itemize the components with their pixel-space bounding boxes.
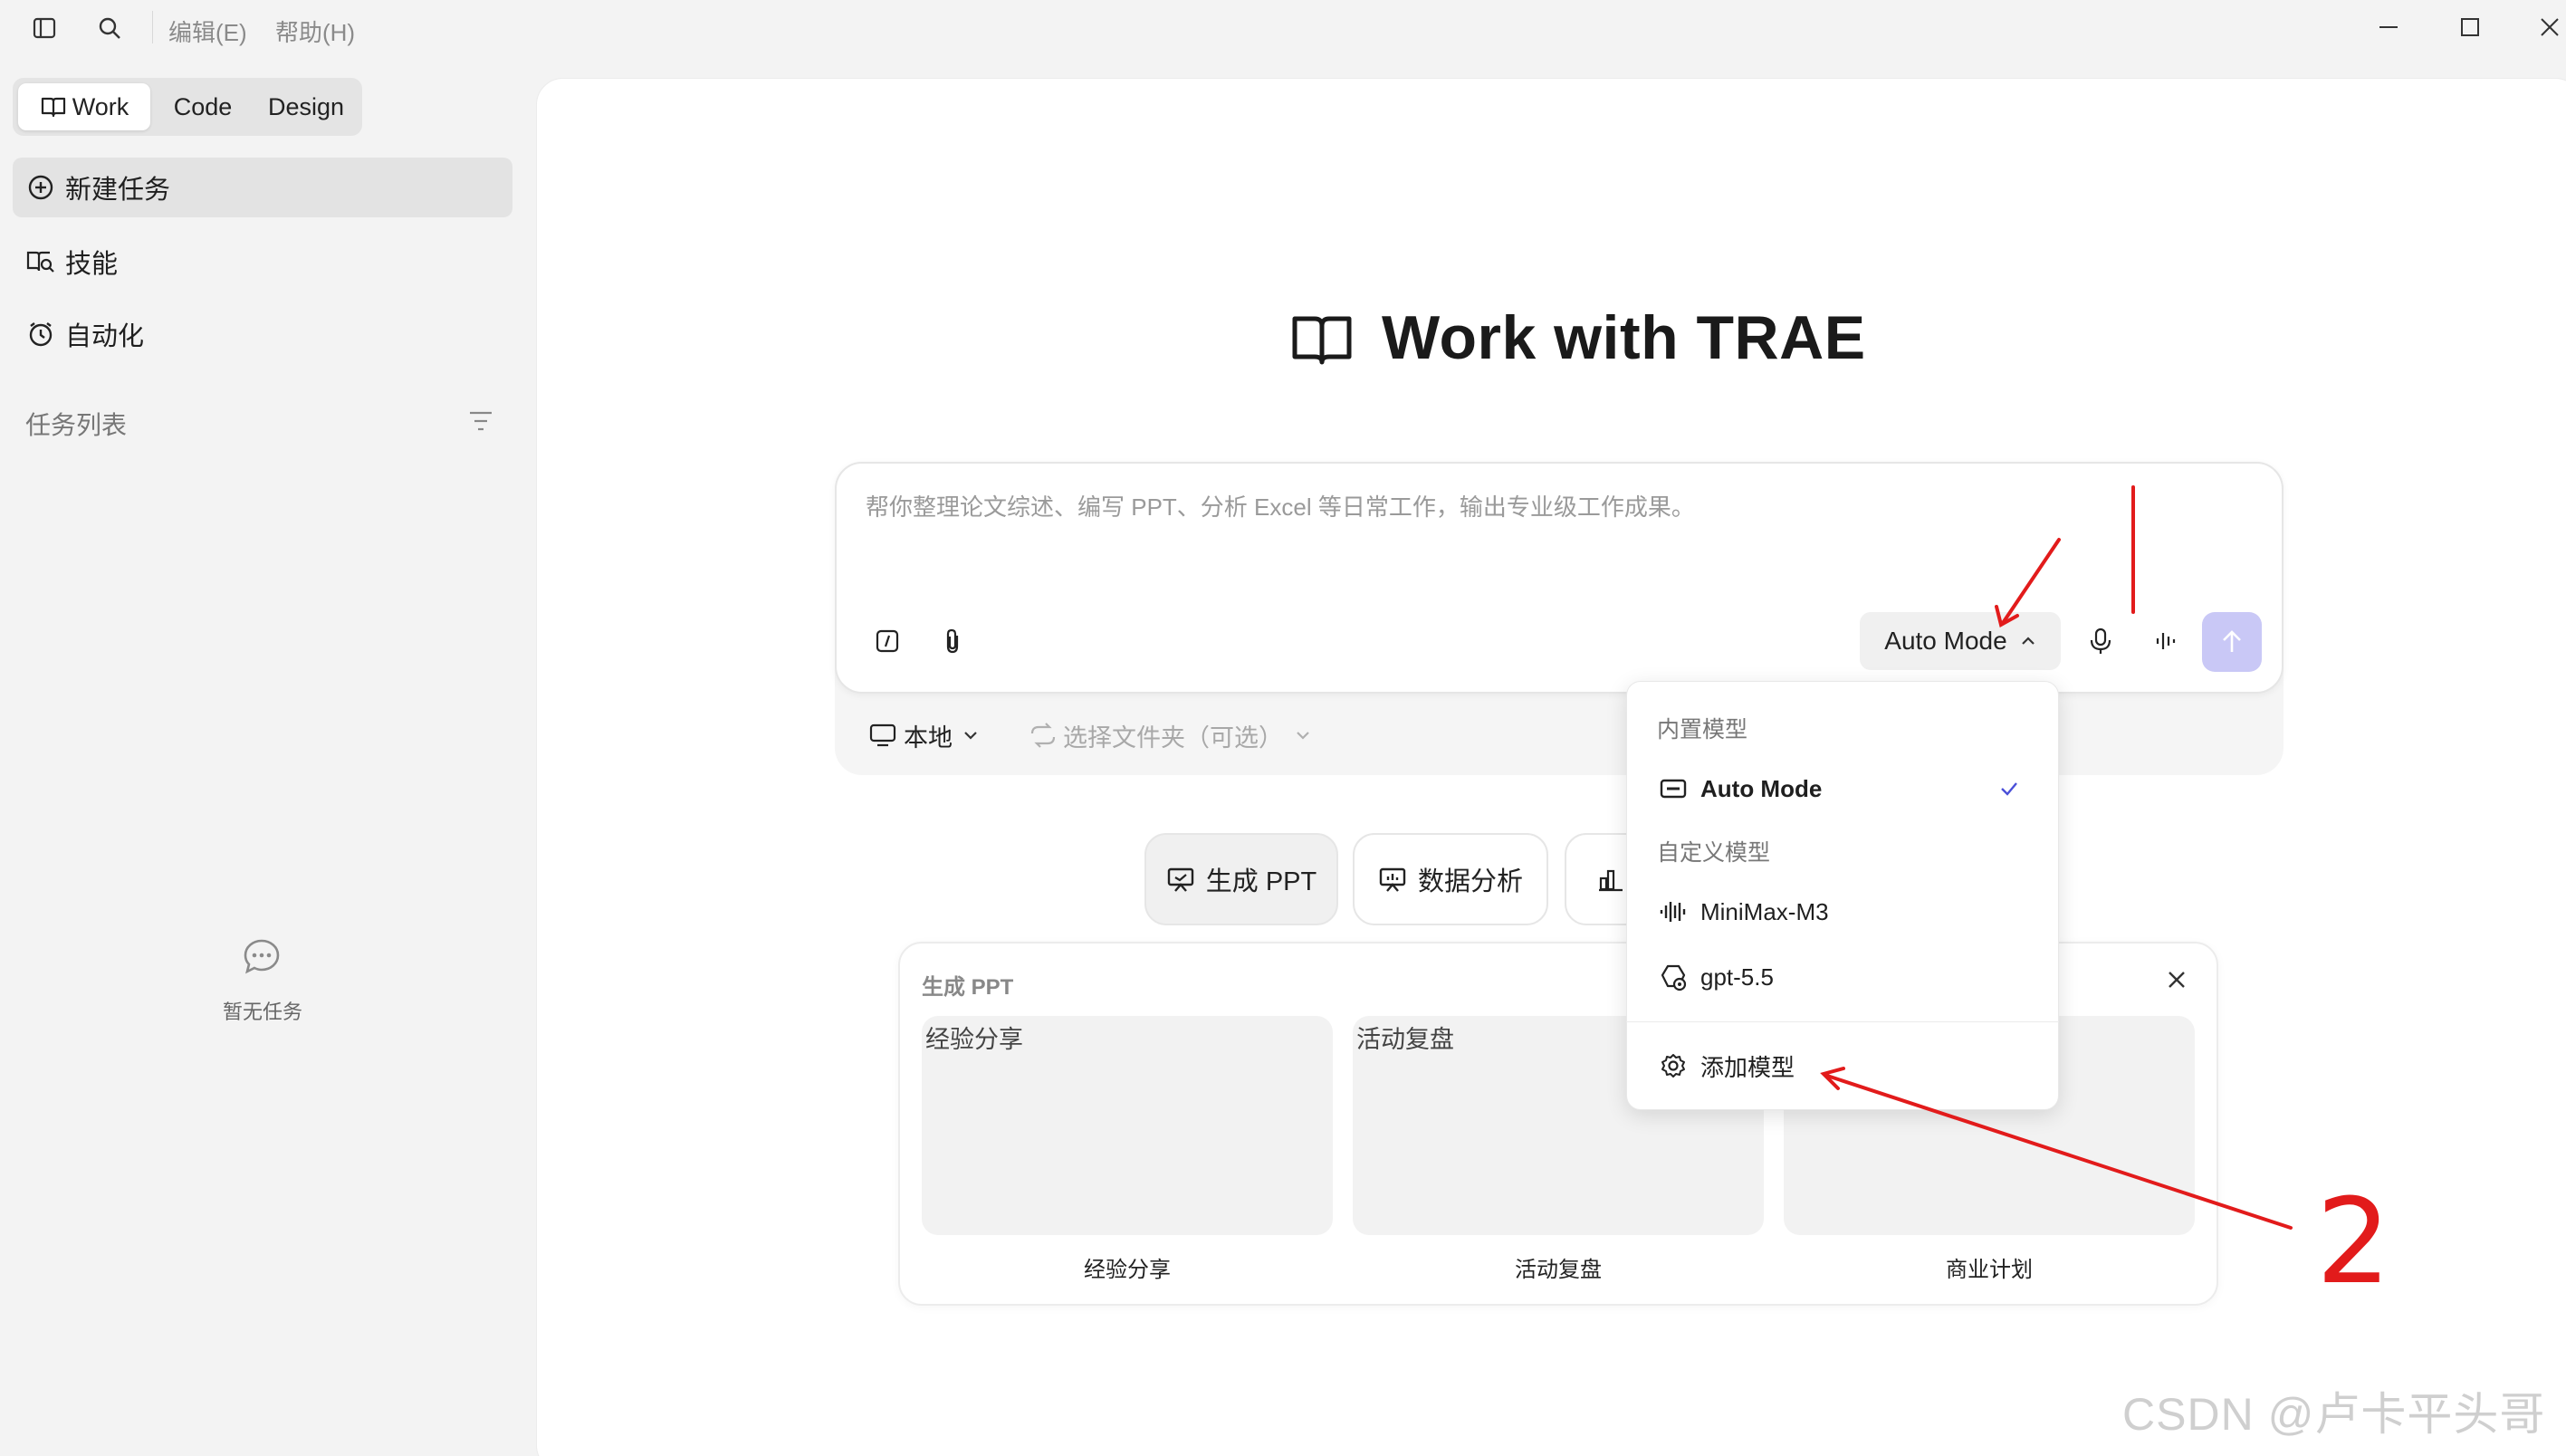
annotation-number: 2 [2316, 1173, 2391, 1310]
annotation-overlay: 2 [1820, 485, 2391, 1310]
watermark: CSDN @卢卡平头哥 [2122, 1389, 2546, 1440]
annotation-arrow-add [1825, 1074, 2293, 1230]
annotation-arrow-mode [2001, 538, 2061, 625]
